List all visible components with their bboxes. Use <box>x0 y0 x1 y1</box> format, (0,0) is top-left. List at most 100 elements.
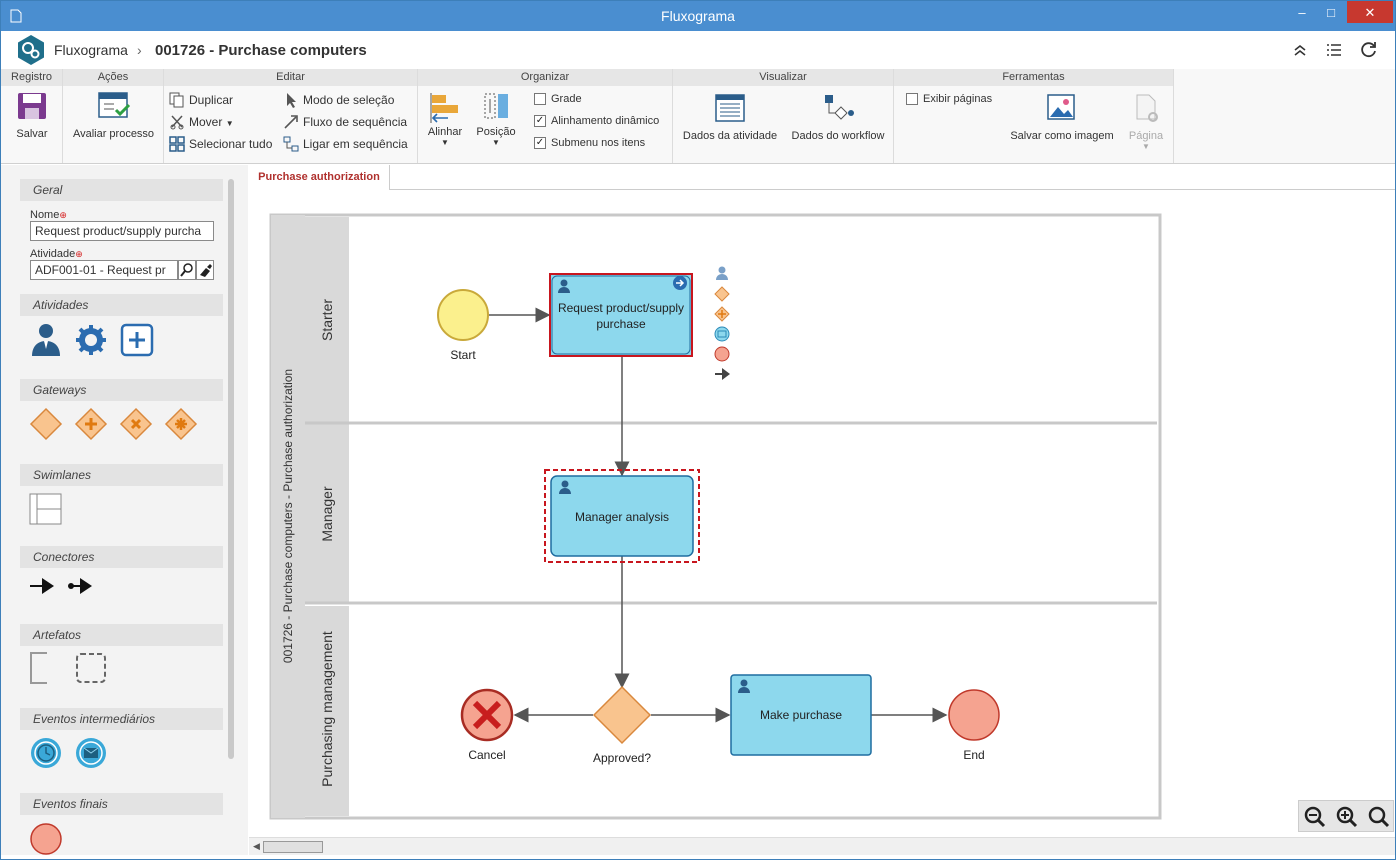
evaluate-process-label: Avaliar processo <box>72 128 155 140</box>
activity-data-button[interactable]: Dados da atividade <box>677 93 783 153</box>
tab-purchase-authorization[interactable]: Purchase authorization <box>249 165 390 190</box>
name-input[interactable]: Request product/supply purcha <box>30 221 214 241</box>
end-event[interactable] <box>948 689 1000 741</box>
move-button[interactable]: Mover ▼ <box>189 115 234 129</box>
show-pages-checkbox[interactable] <box>906 93 918 105</box>
properties-panel: Geral Nome⊕ Request product/supply purch… <box>1 165 248 855</box>
sequence-connector-icon[interactable] <box>29 576 57 596</box>
horizontal-scrollbar[interactable]: ◀ <box>249 837 1395 855</box>
inclusive-gateway-icon[interactable] <box>119 407 153 441</box>
end-event-icon[interactable] <box>29 821 65 855</box>
duplicate-button[interactable]: Duplicar <box>189 93 233 107</box>
swimlane-icon[interactable] <box>29 493 63 525</box>
title-bar: Fluxograma – □ ✕ <box>1 1 1395 31</box>
timer-event-icon[interactable] <box>29 736 63 770</box>
link-sequence-icon <box>283 136 299 152</box>
required-icon: ⊕ <box>75 249 83 259</box>
show-pages-label: Exibir páginas <box>923 93 993 105</box>
user-task-icon[interactable] <box>30 323 62 357</box>
complex-gateway-icon[interactable] <box>164 407 198 441</box>
sequence-flow-button[interactable]: Fluxo de sequência <box>303 115 407 129</box>
start-label: Start <box>450 348 476 362</box>
position-button[interactable]: Posição ▼ <box>474 91 518 157</box>
position-icon <box>484 93 508 119</box>
panel-scrollbar[interactable] <box>228 179 234 759</box>
selection-mode-button[interactable]: Modo de seleção <box>303 93 394 107</box>
section-eventos-intermediarios[interactable]: Eventos intermediários <box>20 708 223 730</box>
section-atividades[interactable]: Atividades <box>20 294 223 316</box>
section-conectores[interactable]: Conectores <box>20 546 223 568</box>
automatic-task-icon[interactable] <box>74 323 108 357</box>
save-as-image-button[interactable]: Salvar como imagem <box>1004 93 1120 153</box>
activity-input[interactable]: ADF001-01 - Request pr <box>30 260 178 280</box>
bpmn-canvas[interactable]: 001726 - Purchase computers - Purchase a… <box>249 191 1395 836</box>
group-title: Registro <box>1 69 62 86</box>
activity-data-icon <box>715 94 745 122</box>
maximize-button[interactable]: □ <box>1318 1 1344 25</box>
dropdown-arrow-icon: ▼ <box>1142 142 1150 151</box>
start-event[interactable] <box>437 289 489 341</box>
parallel-gateway-icon[interactable] <box>74 407 108 441</box>
dropdown-arrow-icon: ▼ <box>225 119 234 128</box>
section-swimlanes[interactable]: Swimlanes <box>20 464 223 486</box>
dynamic-alignment-label: Alinhamento dinâmico <box>551 115 660 127</box>
clear-button[interactable] <box>196 260 214 280</box>
refresh-icon[interactable] <box>1360 41 1378 59</box>
breadcrumb-app[interactable]: Fluxograma <box>54 42 128 58</box>
eraser-icon <box>200 264 212 277</box>
scroll-left-icon[interactable]: ◀ <box>253 841 260 852</box>
diagram-area: Purchase authorization 001726 - Purchase… <box>249 165 1395 855</box>
pool[interactable] <box>269 213 1162 820</box>
section-artefatos[interactable]: Artefatos <box>20 624 223 646</box>
message-event-icon[interactable] <box>74 736 108 770</box>
workflow-data-label: Dados do workflow <box>791 130 885 142</box>
list-icon[interactable] <box>1326 43 1342 57</box>
sequence-flow-icon <box>284 115 298 129</box>
group-ferramentas: Ferramentas Exibir páginas Salvar como i… <box>894 69 1174 163</box>
exclusive-gateway-icon[interactable] <box>29 407 63 441</box>
workflow-data-button[interactable]: Dados do workflow <box>787 93 889 153</box>
duplicate-icon <box>169 92 184 108</box>
breadcrumb-separator: › <box>137 42 142 58</box>
section-gateways[interactable]: Gateways <box>20 379 223 401</box>
page-button[interactable]: Página ▼ <box>1124 93 1168 157</box>
window-title: Fluxograma <box>661 8 735 24</box>
link-sequence-button[interactable]: Ligar em sequência <box>303 137 408 151</box>
collapse-icon[interactable] <box>1293 43 1307 57</box>
zoom-out-icon[interactable] <box>1303 805 1327 829</box>
end-label: End <box>963 748 984 762</box>
quick-add-message-event-icon[interactable] <box>714 326 730 342</box>
select-all-button[interactable]: Selecionar tudo <box>189 137 272 151</box>
group-editar: Editar Duplicar Mover ▼ Selecionar tudo … <box>164 69 418 163</box>
align-button[interactable]: Alinhar ▼ <box>424 91 466 157</box>
task-request-label-line1: Request product/supply <box>558 301 684 315</box>
save-button[interactable]: Salvar <box>3 91 61 151</box>
close-button[interactable]: ✕ <box>1347 1 1393 23</box>
task-request-label-line2: purchase <box>596 317 646 331</box>
ribbon-toolbar: Registro Salvar Ações Avaliar processo E… <box>1 69 1395 164</box>
submenu-items-checkbox[interactable]: ✓ <box>534 137 546 149</box>
search-button[interactable] <box>178 260 196 280</box>
zoom-fit-icon[interactable] <box>1367 805 1391 829</box>
group-organizar: Organizar Alinhar ▼ Posição ▼ Grade ✓ Al… <box>418 69 673 163</box>
minimize-button[interactable]: – <box>1289 1 1315 25</box>
subprocess-icon[interactable] <box>120 323 154 357</box>
grid-label: Grade <box>551 93 582 105</box>
group-title: Organizar <box>418 69 672 86</box>
scroll-thumb[interactable] <box>263 841 323 853</box>
dynamic-alignment-checkbox[interactable]: ✓ <box>534 115 546 127</box>
grid-checkbox[interactable] <box>534 93 546 105</box>
task-forward-icon[interactable] <box>673 276 687 290</box>
evaluate-process-button[interactable]: Avaliar processo <box>67 91 160 151</box>
task-request-purchase[interactable] <box>549 273 693 357</box>
annotation-icon[interactable] <box>29 652 49 684</box>
quick-add-end-event-icon[interactable] <box>714 346 730 362</box>
group-artifact-icon[interactable] <box>75 652 107 684</box>
association-connector-icon[interactable] <box>67 576 95 596</box>
tab-strip: Purchase authorization <box>249 165 1395 190</box>
section-geral[interactable]: Geral <box>20 179 223 201</box>
name-field-label: Nome⊕ <box>30 209 67 221</box>
zoom-in-icon[interactable] <box>1335 805 1359 829</box>
align-label: Alinhar <box>427 126 463 138</box>
section-eventos-finais[interactable]: Eventos finais <box>20 793 223 815</box>
